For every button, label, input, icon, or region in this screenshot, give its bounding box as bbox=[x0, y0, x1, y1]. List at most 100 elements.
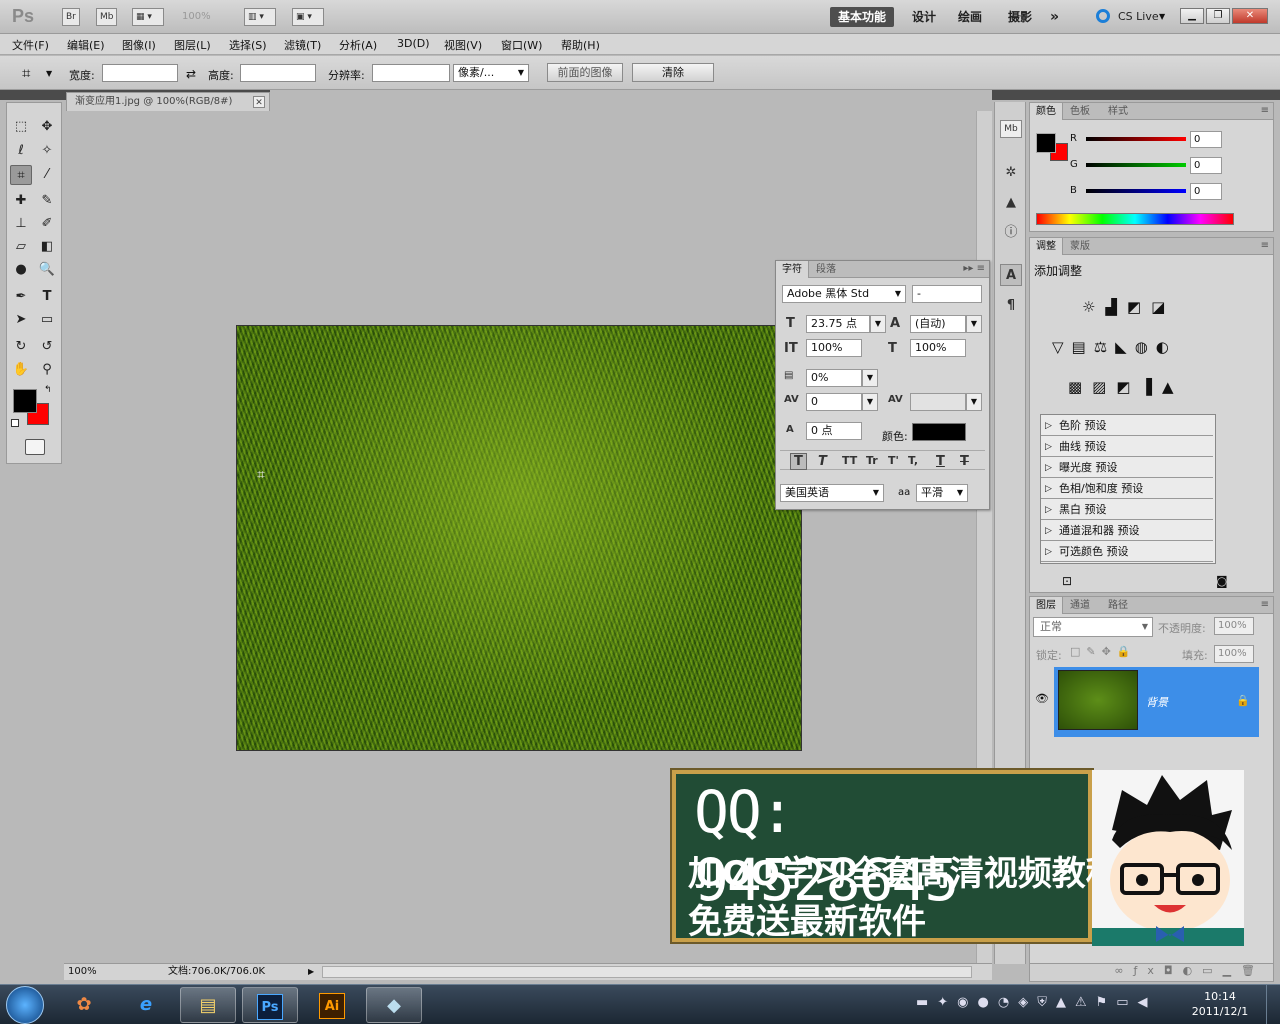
actions-icon[interactable]: ✲ bbox=[1000, 162, 1022, 184]
menu-analysis[interactable]: 分析(A) bbox=[339, 37, 377, 53]
tab-color[interactable]: 颜色 bbox=[1030, 103, 1063, 120]
superscript-button[interactable]: T' bbox=[888, 454, 899, 467]
kerning-input[interactable]: 0 bbox=[806, 393, 862, 411]
marquee-tool-icon[interactable]: ⬚ bbox=[10, 117, 32, 137]
language-select[interactable]: 美国英语 ▼ bbox=[780, 484, 884, 502]
tab-styles[interactable]: 样式 bbox=[1102, 103, 1134, 120]
close-button[interactable]: ✕ bbox=[1232, 8, 1268, 24]
type-tool-icon[interactable]: T bbox=[36, 287, 58, 307]
front-image-button[interactable]: 前面的图像 bbox=[547, 63, 623, 82]
preset-exposure[interactable]: 曝光度 预设 bbox=[1041, 459, 1213, 478]
panel-menu-icon[interactable]: ≡ bbox=[1261, 240, 1269, 251]
tab-swatches[interactable]: 色板 bbox=[1064, 103, 1096, 120]
dodge-tool-icon[interactable]: 🔍 bbox=[36, 260, 58, 280]
adjustment-icons-row-1[interactable]: ☼▟◩◪ bbox=[1082, 298, 1202, 318]
workspace-photography[interactable]: 摄影 bbox=[1008, 7, 1032, 27]
opacity-input[interactable]: 100% bbox=[1214, 617, 1254, 635]
tracking-dropdown[interactable]: ▼ bbox=[966, 393, 982, 411]
preset-channel-mixer[interactable]: 通道混和器 预设 bbox=[1041, 522, 1213, 541]
faux-italic-button[interactable]: T bbox=[818, 454, 827, 469]
qq-pinwheel-icon[interactable]: ✿ bbox=[56, 987, 112, 1023]
fill-input[interactable]: 100% bbox=[1214, 645, 1254, 663]
info-icon[interactable]: ⓘ bbox=[1000, 222, 1022, 244]
tsume-dropdown[interactable]: ▼ bbox=[862, 369, 878, 387]
eyedropper-tool-icon[interactable]: ⁄ bbox=[36, 165, 58, 185]
more-workspaces-button[interactable]: » bbox=[1050, 7, 1059, 27]
green-value[interactable]: 0 bbox=[1190, 157, 1222, 174]
layer-name[interactable]: 背景 bbox=[1146, 694, 1168, 710]
minimize-button[interactable]: ▁ bbox=[1180, 8, 1204, 24]
tab-channels[interactable]: 通道 bbox=[1064, 597, 1096, 614]
brush-tool-icon[interactable]: ✎ bbox=[36, 191, 58, 211]
menu-view[interactable]: 视图(V) bbox=[444, 37, 482, 53]
adjustment-options-icon[interactable]: ⊡ bbox=[1062, 574, 1072, 588]
arrange-documents-button[interactable]: ▥ ▾ bbox=[244, 8, 276, 26]
menu-window[interactable]: 窗口(W) bbox=[501, 37, 542, 53]
clear-button[interactable]: 清除 bbox=[632, 63, 714, 82]
hand-tool-icon[interactable]: ✋ bbox=[10, 360, 32, 380]
tab-paths[interactable]: 路径 bbox=[1102, 597, 1134, 614]
adjustment-icons-row-3[interactable]: ▩▨◩▐▲ bbox=[1068, 378, 1218, 398]
3d-rotate-tool-icon[interactable]: ↻ bbox=[10, 337, 32, 357]
tab-character[interactable]: 字符 bbox=[776, 261, 809, 278]
baseline-shift-input[interactable]: 0 点 bbox=[806, 422, 862, 440]
cs-live-button[interactable]: CS Live bbox=[1118, 7, 1159, 27]
horizontal-scrollbar[interactable] bbox=[322, 966, 972, 978]
character-panel-icon[interactable]: A bbox=[1000, 264, 1022, 286]
preset-hue-saturation[interactable]: 色相/饱和度 预设 bbox=[1041, 480, 1213, 499]
system-clock[interactable]: 10:14 2011/12/1 bbox=[1190, 989, 1250, 1019]
resolution-unit-select[interactable]: 像素/... ▼ bbox=[453, 64, 529, 82]
bridge-button[interactable]: Br bbox=[62, 8, 80, 26]
gradient-tool-icon[interactable]: ◧ bbox=[36, 237, 58, 257]
text-color-swatch[interactable] bbox=[912, 423, 966, 441]
menu-edit[interactable]: 编辑(E) bbox=[67, 37, 105, 53]
preset-selective-color[interactable]: 可选颜色 预设 bbox=[1041, 543, 1213, 562]
font-style-select[interactable]: - bbox=[912, 285, 982, 303]
quick-mask-icon[interactable] bbox=[25, 439, 45, 455]
faux-bold-button[interactable]: T bbox=[790, 453, 807, 470]
screen-mode-button[interactable]: ▣ ▾ bbox=[292, 8, 324, 26]
blue-slider[interactable] bbox=[1086, 189, 1186, 193]
resolution-input[interactable] bbox=[372, 64, 450, 82]
workspace-design[interactable]: 设计 bbox=[912, 7, 936, 27]
menu-filter[interactable]: 滤镜(T) bbox=[284, 37, 321, 53]
layers-footer-icons[interactable]: ∞ƒx◘◐▭▁🗑 bbox=[1030, 963, 1273, 981]
illustrator-taskbar-button[interactable]: Ai bbox=[304, 987, 360, 1023]
leading-input[interactable]: (自动) bbox=[910, 315, 966, 333]
status-zoom[interactable]: 100% bbox=[68, 964, 97, 980]
document-tab[interactable]: 渐变应用1.jpg @ 100%(RGB/8#) ✕ bbox=[66, 92, 270, 111]
scroll-up-icon[interactable] bbox=[980, 114, 988, 122]
menu-help[interactable]: 帮助(H) bbox=[561, 37, 600, 53]
tab-paragraph[interactable]: 段落 bbox=[810, 261, 842, 278]
panel-menu-icon[interactable]: ≡ bbox=[1261, 105, 1269, 116]
red-slider[interactable] bbox=[1086, 137, 1186, 141]
font-size-dropdown[interactable]: ▼ bbox=[870, 315, 886, 333]
healing-brush-tool-icon[interactable]: ✚ bbox=[10, 191, 32, 211]
file-explorer-icon[interactable]: ▤ bbox=[180, 987, 236, 1023]
small-caps-button[interactable]: Tr bbox=[866, 454, 878, 467]
strikethrough-button[interactable]: T bbox=[960, 454, 969, 469]
workspace-painting[interactable]: 绘画 bbox=[958, 7, 982, 27]
all-caps-button[interactable]: TT bbox=[842, 454, 857, 467]
close-icon[interactable]: ✕ bbox=[253, 96, 265, 108]
width-input[interactable] bbox=[102, 64, 178, 82]
menu-select[interactable]: 选择(S) bbox=[229, 37, 267, 53]
navigator-icon[interactable]: ▲ bbox=[1000, 192, 1022, 214]
move-tool-icon[interactable]: ✥ bbox=[36, 117, 58, 137]
tsume-input[interactable]: 0% bbox=[806, 369, 862, 387]
menu-image[interactable]: 图像(I) bbox=[122, 37, 156, 53]
height-input[interactable] bbox=[240, 64, 316, 82]
clone-stamp-tool-icon[interactable]: ⊥ bbox=[10, 214, 32, 234]
blue-value[interactable]: 0 bbox=[1190, 183, 1222, 200]
red-value[interactable]: 0 bbox=[1190, 131, 1222, 148]
color-spectrum-bar[interactable] bbox=[1036, 213, 1234, 225]
swap-icon[interactable]: ⇄ bbox=[186, 67, 196, 81]
foreground-color-swatch[interactable] bbox=[13, 389, 37, 413]
show-desktop-button[interactable] bbox=[1266, 985, 1280, 1024]
zoom-tool-icon[interactable]: ⚲ bbox=[36, 360, 58, 380]
pen-tool-icon[interactable]: ✒ bbox=[10, 287, 32, 307]
default-colors-icon[interactable] bbox=[11, 419, 19, 427]
restore-button[interactable]: ❐ bbox=[1206, 8, 1230, 24]
system-tray-icons[interactable]: ▬✦◉●◔◈⛨▲⚠⚑▭◀ bbox=[916, 995, 1178, 1015]
rectangle-tool-icon[interactable]: ▭ bbox=[36, 310, 58, 330]
